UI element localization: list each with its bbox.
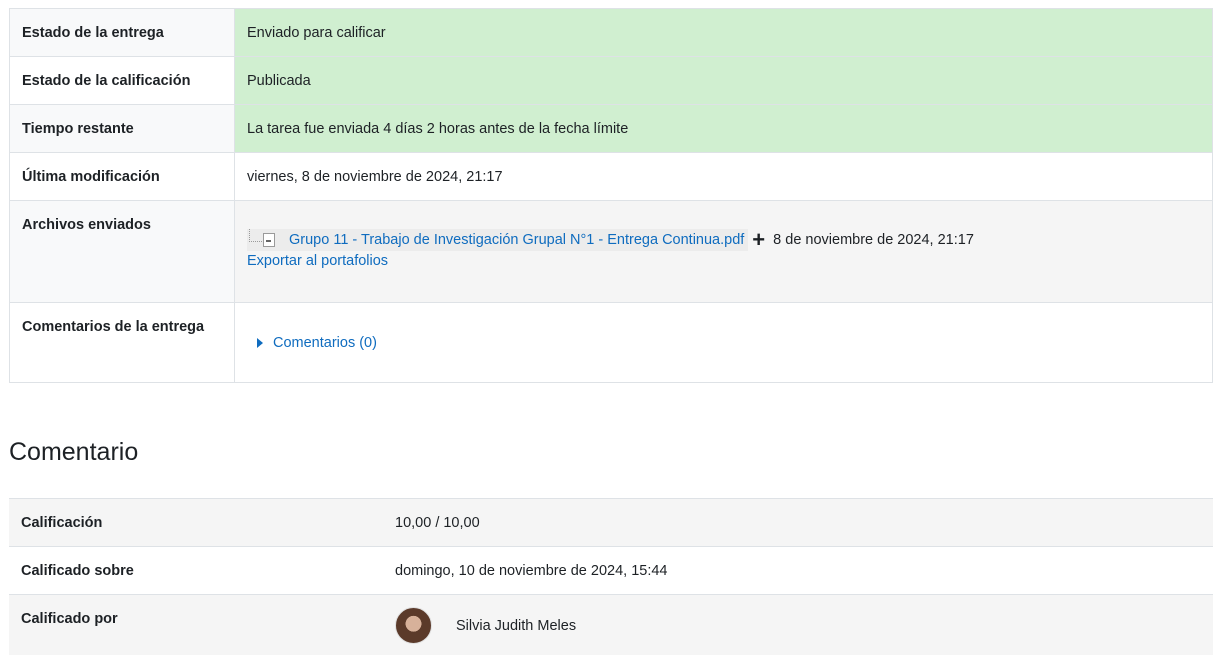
pdf-icon	[263, 233, 275, 247]
grader-name: Silvia Judith Meles	[456, 617, 577, 634]
value-submission-status: Enviado para calificar	[234, 8, 1213, 57]
label-grade: Calificación	[9, 498, 383, 547]
label-graded-by: Calificado por	[9, 594, 383, 655]
feedback-table: Calificación 10,00 / 10,00 Calificado so…	[9, 498, 1213, 655]
value-graded-by: Silvia Judith Meles	[383, 594, 1213, 655]
row-grade: Calificación 10,00 / 10,00	[9, 498, 1213, 547]
row-submitted-files: Archivos enviados Grupo 11 - Trabajo de …	[9, 200, 1213, 303]
value-grading-status: Publicada	[234, 56, 1213, 105]
label-submitted-files: Archivos enviados	[9, 200, 235, 303]
tree-connector	[249, 228, 262, 242]
submission-status-table: Estado de la entrega Enviado para califi…	[9, 8, 1213, 383]
row-submission-status: Estado de la entrega Enviado para califi…	[9, 8, 1213, 57]
row-graded-by: Calificado por Silvia Judith Meles	[9, 594, 1213, 655]
label-grading-status: Estado de la calificación	[9, 56, 235, 105]
label-time-remaining: Tiempo restante	[9, 104, 235, 153]
value-submitted-files: Grupo 11 - Trabajo de Investigación Grup…	[234, 200, 1213, 303]
plus-icon[interactable]: +	[752, 229, 765, 251]
label-submission-comments: Comentarios de la entrega	[9, 302, 235, 383]
submission-status-panel: Estado de la entrega Enviado para califi…	[9, 8, 1213, 655]
row-time-remaining: Tiempo restante La tarea fue enviada 4 d…	[9, 104, 1213, 153]
label-graded-on: Calificado sobre	[9, 546, 383, 595]
export-portfolio-link[interactable]: Exportar al portafolios	[247, 253, 1200, 269]
grader: Silvia Judith Meles	[395, 607, 1201, 644]
comments-link[interactable]: Comentarios (0)	[273, 335, 377, 351]
label-last-modified: Última modificación	[9, 152, 235, 201]
caret-right-icon[interactable]	[257, 338, 263, 348]
avatar[interactable]	[395, 607, 432, 644]
row-submission-comments: Comentarios de la entrega Comentarios (0…	[9, 302, 1213, 383]
row-last-modified: Última modificación viernes, 8 de noviem…	[9, 152, 1213, 201]
file-entry: Grupo 11 - Trabajo de Investigación Grup…	[247, 228, 1200, 251]
file-date: 8 de noviembre de 2024, 21:17	[773, 232, 974, 248]
comments-toggle[interactable]: Comentarios (0)	[247, 335, 1200, 351]
value-last-modified: viernes, 8 de noviembre de 2024, 21:17	[234, 152, 1213, 201]
value-grade: 10,00 / 10,00	[383, 498, 1213, 547]
row-grading-status: Estado de la calificación Publicada	[9, 56, 1213, 105]
feedback-heading: Comentario	[9, 438, 139, 466]
row-graded-on: Calificado sobre domingo, 10 de noviembr…	[9, 546, 1213, 595]
label-submission-status: Estado de la entrega	[9, 8, 235, 57]
value-time-remaining: La tarea fue enviada 4 días 2 horas ante…	[234, 104, 1213, 153]
file-tree-item: Grupo 11 - Trabajo de Investigación Grup…	[247, 228, 749, 251]
value-graded-on: domingo, 10 de noviembre de 2024, 15:44	[383, 546, 1213, 595]
submitted-file-link[interactable]: Grupo 11 - Trabajo de Investigación Grup…	[289, 232, 744, 248]
value-submission-comments: Comentarios (0)	[234, 302, 1213, 383]
